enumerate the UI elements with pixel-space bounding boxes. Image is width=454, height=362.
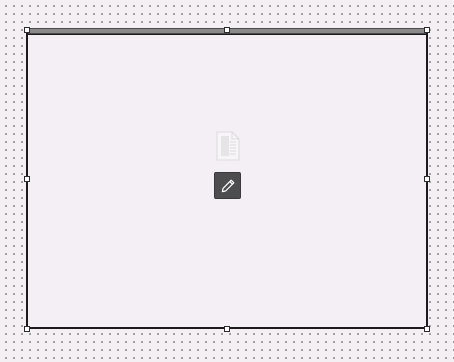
resize-handle-top-right[interactable] [424,27,430,33]
pencil-icon [221,179,235,193]
resize-handle-middle-right[interactable] [424,176,430,182]
resize-handle-bottom-middle[interactable] [224,326,230,332]
resize-handle-bottom-right[interactable] [424,326,430,332]
edit-button[interactable] [214,172,241,199]
resize-handle-bottom-left[interactable] [24,326,30,332]
resize-handle-top-middle[interactable] [224,27,230,33]
resize-handle-top-left[interactable] [24,27,30,33]
design-canvas[interactable] [0,0,454,362]
resize-handle-middle-left[interactable] [24,176,30,182]
document-page-icon [215,131,241,161]
